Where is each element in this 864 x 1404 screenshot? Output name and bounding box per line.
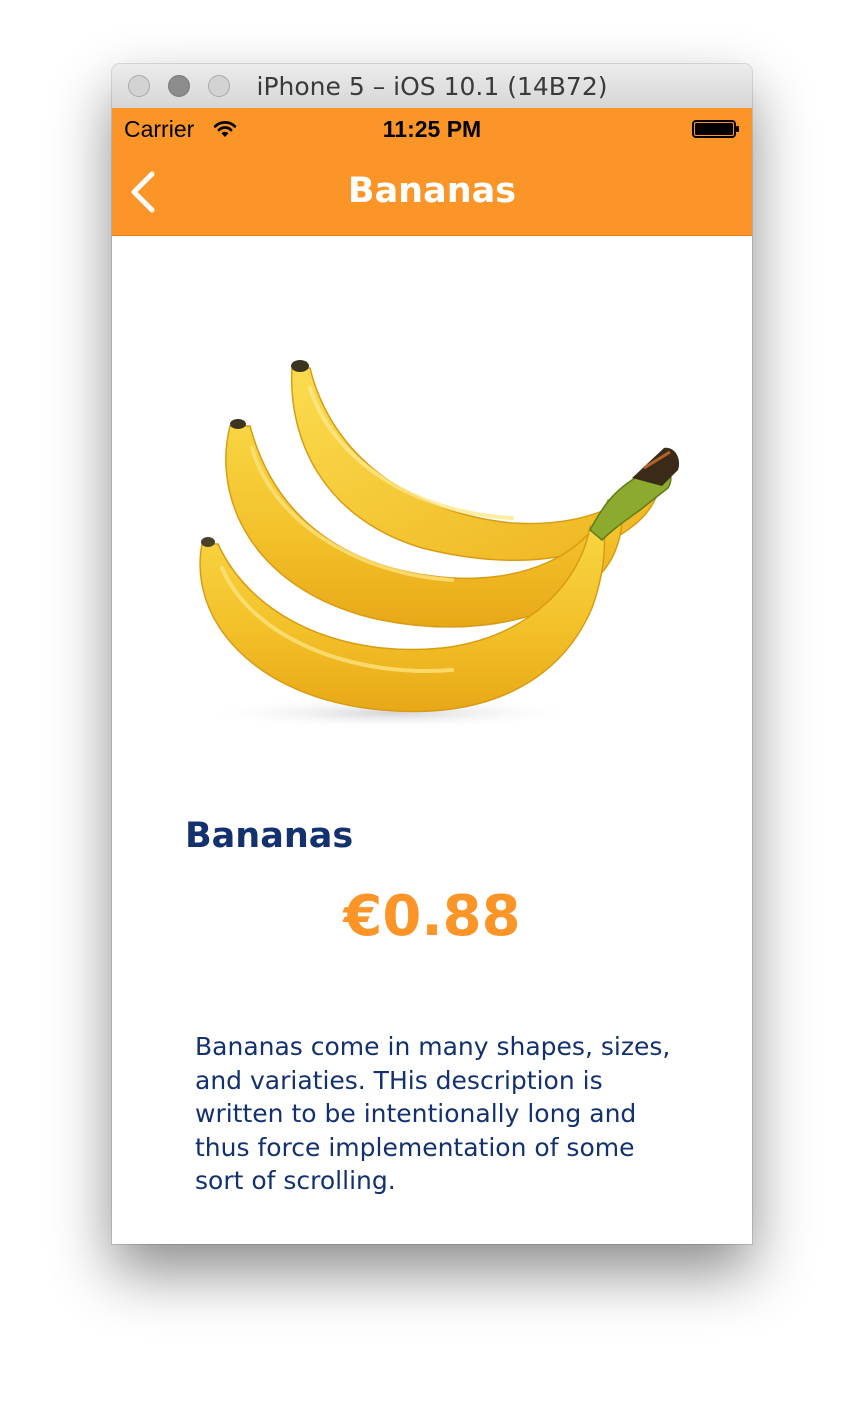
device-screen: Carrier 11:25 PM Bananas Bananas €0.88 B…: [112, 108, 752, 1244]
nav-title: Bananas: [347, 171, 517, 211]
status-bar: Carrier 11:25 PM: [112, 108, 752, 148]
simulator-window: iPhone 5 – iOS 10.1 (14B72) Carrier 11:2…: [112, 64, 752, 1244]
window-titlebar: iPhone 5 – iOS 10.1 (14B72): [112, 64, 752, 109]
product-name: Bananas: [185, 816, 354, 856]
clock: 11:25 PM: [382, 116, 482, 142]
product-description: Bananas come in many shapes, sizes, and …: [195, 1032, 671, 1195]
window-title: iPhone 5 – iOS 10.1 (14B72): [256, 72, 608, 101]
battery-icon: [692, 120, 739, 138]
product-price: €0.88: [343, 884, 521, 949]
bananas-image: [199, 360, 680, 728]
navigation-bar: Bananas: [112, 148, 752, 236]
